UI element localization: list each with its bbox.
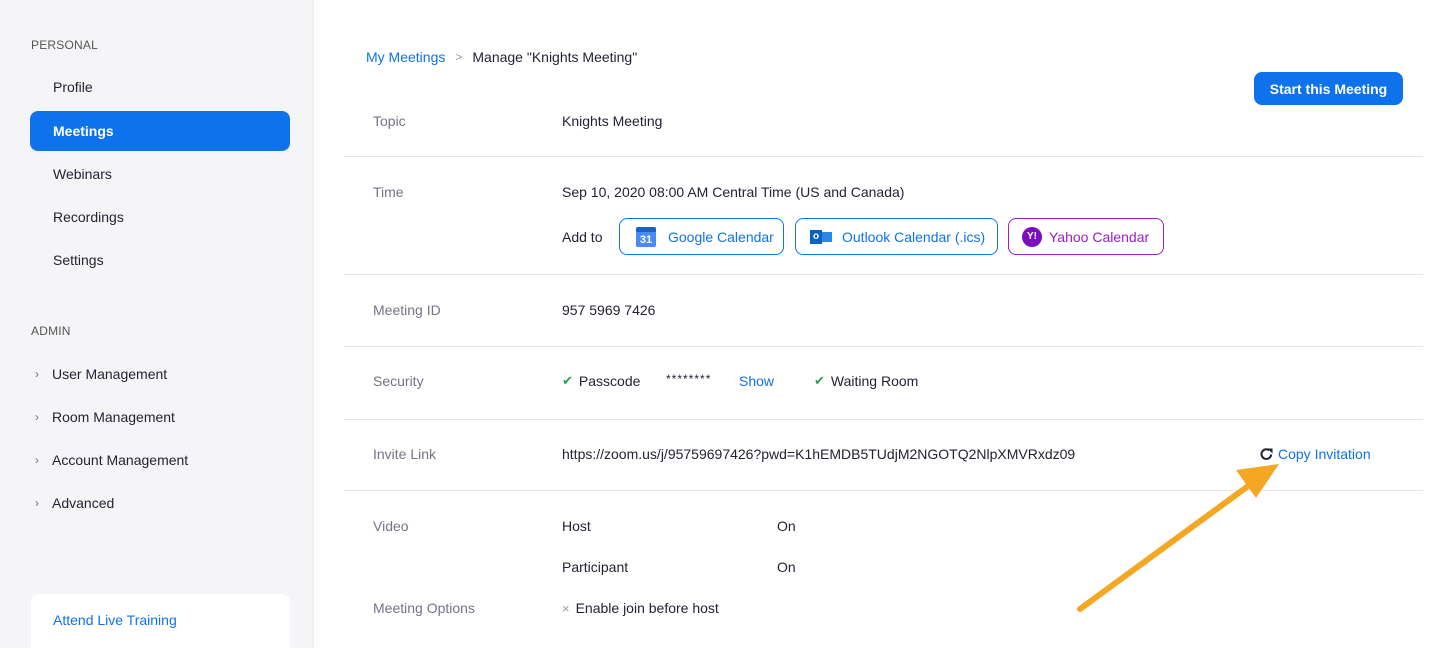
sidebar-item-label: Account Management bbox=[52, 452, 189, 468]
copy-icon bbox=[1260, 447, 1273, 460]
waiting-room-label: Waiting Room bbox=[830, 373, 919, 389]
google-calendar-icon: 31 bbox=[636, 226, 656, 247]
waiting-room-item: ✔ Waiting Room bbox=[814, 373, 918, 389]
divider bbox=[344, 274, 1423, 275]
admin-section-label: ADMIN bbox=[31, 324, 71, 338]
x-icon: × bbox=[562, 601, 570, 616]
breadcrumb-separator: > bbox=[455, 50, 463, 64]
yahoo-calendar-label: Yahoo Calendar bbox=[1049, 228, 1150, 245]
chevron-right-icon: › bbox=[35, 410, 39, 424]
personal-section-label: PERSONAL bbox=[31, 38, 98, 52]
sidebar-item-meetings[interactable]: Meetings bbox=[30, 111, 290, 151]
security-label: Security bbox=[373, 373, 424, 389]
sidebar-item-label: Settings bbox=[53, 252, 104, 268]
add-to-label: Add to bbox=[562, 229, 603, 245]
sidebar-item-account-management[interactable]: › Account Management bbox=[30, 445, 300, 475]
start-meeting-button[interactable]: Start this Meeting bbox=[1254, 72, 1403, 105]
time-value: Sep 10, 2020 08:00 AM Central Time (US a… bbox=[562, 184, 905, 200]
video-participant-label: Participant bbox=[562, 559, 629, 575]
join-before-host-label: Enable join before host bbox=[575, 600, 719, 616]
checkmark-icon: ✔ bbox=[562, 373, 573, 388]
copy-invitation-label: Copy Invitation bbox=[1278, 446, 1371, 462]
breadcrumb: My Meetings > Manage "Knights Meeting" bbox=[366, 49, 637, 65]
divider bbox=[344, 490, 1423, 491]
sidebar-item-label: Recordings bbox=[53, 209, 124, 225]
sidebar-item-user-management[interactable]: › User Management bbox=[30, 359, 300, 389]
sidebar-item-profile[interactable]: Profile bbox=[30, 67, 290, 107]
checkmark-icon: ✔ bbox=[814, 373, 825, 388]
sidebar-item-room-management[interactable]: › Room Management bbox=[30, 402, 300, 432]
sidebar-item-label: Webinars bbox=[53, 166, 112, 182]
sidebar-item-label: Room Management bbox=[52, 409, 175, 425]
breadcrumb-current: Manage "Knights Meeting" bbox=[472, 49, 638, 65]
chevron-right-icon: › bbox=[35, 367, 39, 381]
passcode-label: Passcode bbox=[578, 373, 641, 389]
meeting-options-label: Meeting Options bbox=[373, 600, 475, 616]
sidebar-item-label: Advanced bbox=[52, 495, 115, 511]
outlook-icon: o bbox=[810, 228, 832, 246]
invite-link-label: Invite Link bbox=[373, 446, 437, 462]
divider bbox=[344, 346, 1423, 347]
video-host-value: On bbox=[777, 518, 796, 534]
topic-label: Topic bbox=[373, 113, 406, 129]
video-host-label: Host bbox=[562, 518, 591, 534]
sidebar-item-label: Meetings bbox=[53, 123, 114, 139]
main-content: My Meetings > Manage "Knights Meeting" S… bbox=[344, 0, 1424, 648]
sidebar: PERSONAL Profile Meetings Webinars Recor… bbox=[0, 0, 314, 648]
sidebar-item-webinars[interactable]: Webinars bbox=[30, 154, 290, 194]
breadcrumb-my-meetings-link[interactable]: My Meetings bbox=[366, 49, 445, 65]
google-calendar-label: Google Calendar bbox=[668, 228, 774, 245]
sidebar-item-advanced[interactable]: › Advanced bbox=[30, 488, 300, 518]
meeting-id-value: 957 5969 7426 bbox=[562, 302, 656, 318]
outlook-calendar-button[interactable]: o Outlook Calendar (.ics) bbox=[795, 218, 998, 255]
passcode-masked: ******** bbox=[666, 372, 712, 386]
topic-value: Knights Meeting bbox=[562, 113, 663, 129]
attend-live-training-link[interactable]: Attend Live Training bbox=[31, 594, 290, 648]
join-before-host-option: × Enable join before host bbox=[562, 600, 719, 616]
sidebar-item-label: Profile bbox=[53, 79, 93, 95]
chevron-right-icon: › bbox=[35, 453, 39, 467]
sidebar-item-recordings[interactable]: Recordings bbox=[30, 197, 290, 237]
copy-invitation-button[interactable]: Copy Invitation bbox=[1260, 446, 1371, 462]
outlook-calendar-label: Outlook Calendar (.ics) bbox=[842, 228, 986, 245]
meeting-id-label: Meeting ID bbox=[373, 302, 441, 318]
video-label: Video bbox=[373, 518, 409, 534]
yahoo-calendar-button[interactable]: Y! Yahoo Calendar bbox=[1008, 218, 1164, 255]
divider bbox=[344, 419, 1423, 420]
divider bbox=[344, 156, 1423, 157]
sidebar-item-settings[interactable]: Settings bbox=[30, 240, 290, 280]
passcode-item: ✔ Passcode bbox=[562, 373, 640, 389]
invite-link-url: https://zoom.us/j/95759697426?pwd=K1hEMD… bbox=[562, 446, 1076, 462]
chevron-right-icon: › bbox=[35, 496, 39, 510]
time-label: Time bbox=[373, 184, 404, 200]
yahoo-icon: Y! bbox=[1022, 226, 1042, 247]
video-participant-value: On bbox=[777, 559, 796, 575]
sidebar-item-label: User Management bbox=[52, 366, 168, 382]
show-passcode-link[interactable]: Show bbox=[739, 373, 774, 389]
google-calendar-button[interactable]: 31 Google Calendar bbox=[619, 218, 784, 255]
